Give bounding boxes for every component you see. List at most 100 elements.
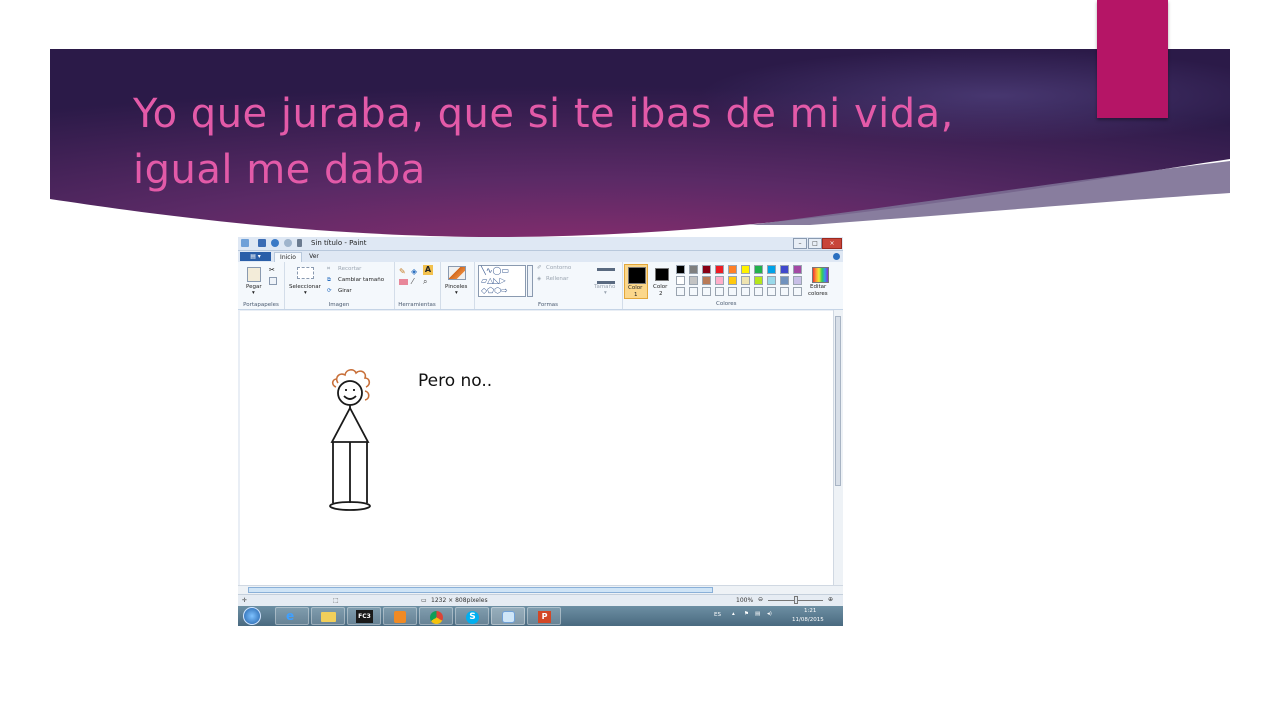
tray-date[interactable]: 11/08/2015 xyxy=(792,617,824,623)
tray-language[interactable]: ES xyxy=(714,612,721,618)
palette-swatch[interactable] xyxy=(754,276,763,285)
save-icon[interactable] xyxy=(258,239,266,247)
palette-swatch[interactable] xyxy=(754,265,763,274)
palette-swatch[interactable] xyxy=(702,276,711,285)
zoom-out-button[interactable]: ⊖ xyxy=(758,596,763,603)
palette-swatch[interactable] xyxy=(728,276,737,285)
pencil-icon[interactable]: ✎ xyxy=(399,267,406,276)
shapes-gallery[interactable]: ╲∿◯▭ ▱△◺▷ ◇⬠⬡⇨ xyxy=(478,265,526,297)
palette-swatch[interactable] xyxy=(767,276,776,285)
paste-icon[interactable] xyxy=(247,267,261,282)
resize-button[interactable]: Cambiar tamaño xyxy=(338,277,384,283)
text-tool-icon[interactable]: A xyxy=(423,265,433,275)
eraser-icon[interactable] xyxy=(399,279,408,285)
custom-color-slot[interactable] xyxy=(676,287,685,296)
palette-swatch[interactable] xyxy=(728,265,737,274)
custom-color-slot[interactable] xyxy=(767,287,776,296)
palette-swatch[interactable] xyxy=(676,276,685,285)
paste-dropdown-icon[interactable]: ▾ xyxy=(252,290,255,296)
minimize-button[interactable]: – xyxy=(793,238,807,249)
zoom-in-button[interactable]: ⊕ xyxy=(828,596,833,603)
palette-swatch[interactable] xyxy=(767,265,776,274)
resize-icon[interactable]: ⧉ xyxy=(327,277,331,284)
start-button[interactable] xyxy=(243,607,261,625)
palette-swatch[interactable] xyxy=(793,265,802,274)
edit-colors-label-2: colores xyxy=(808,291,828,297)
custom-color-slot[interactable] xyxy=(754,287,763,296)
palette-swatch[interactable] xyxy=(741,265,750,274)
select-dropdown-icon[interactable]: ▾ xyxy=(304,290,307,296)
fill-bucket-icon[interactable]: ◈ xyxy=(411,267,417,276)
fill-button[interactable]: Rellenar xyxy=(546,276,569,282)
horizontal-scroll-thumb[interactable] xyxy=(248,587,713,593)
palette-swatch[interactable] xyxy=(780,276,789,285)
size-lines-icon[interactable] xyxy=(597,268,615,284)
cut-icon[interactable]: ✂ xyxy=(269,266,277,274)
taskbar-media-button[interactable] xyxy=(383,607,417,625)
tray-network-icon[interactable]: ▤ xyxy=(755,611,760,617)
rotate-button[interactable]: Girar xyxy=(338,288,352,294)
vertical-scrollbar[interactable] xyxy=(833,310,843,585)
group-label-herramientas: Herramientas xyxy=(398,302,436,308)
size-dropdown-icon[interactable]: ▾ xyxy=(604,290,607,296)
color1-button[interactable]: Color 1 xyxy=(624,264,648,299)
redo-icon[interactable] xyxy=(284,239,292,247)
outline-icon[interactable]: ✐ xyxy=(537,265,542,271)
drawing-canvas[interactable]: Pero no.. xyxy=(240,311,833,585)
color-picker-icon[interactable]: ⁄ xyxy=(412,277,413,286)
copy-icon[interactable] xyxy=(269,277,277,285)
tray-volume-icon[interactable]: ◂) xyxy=(767,611,772,617)
undo-icon[interactable] xyxy=(271,239,279,247)
palette-swatch[interactable] xyxy=(741,276,750,285)
taskbar-chrome-button[interactable] xyxy=(419,607,453,625)
taskbar-powerpoint-button[interactable]: P xyxy=(527,607,561,625)
palette-swatch[interactable] xyxy=(676,265,685,274)
palette-swatch[interactable] xyxy=(715,265,724,274)
custom-color-slot[interactable] xyxy=(728,287,737,296)
custom-color-slot[interactable] xyxy=(780,287,789,296)
tab-ver[interactable]: Ver xyxy=(304,252,324,261)
magnifier-icon[interactable]: ⌕ xyxy=(423,277,427,287)
close-button[interactable]: × xyxy=(822,238,842,249)
custom-color-slot[interactable] xyxy=(702,287,711,296)
taskbar-skype-button[interactable]: S xyxy=(455,607,489,625)
palette-swatch[interactable] xyxy=(689,265,698,274)
brushes-dropdown-icon[interactable]: ▾ xyxy=(455,290,458,296)
select-icon[interactable] xyxy=(297,267,314,279)
custom-color-slot[interactable] xyxy=(689,287,698,296)
color2-button[interactable]: Color 2 xyxy=(650,264,674,299)
palette-swatch[interactable] xyxy=(715,276,724,285)
edit-colors-label-1: Editar xyxy=(810,284,827,290)
crop-icon[interactable]: ⌗ xyxy=(327,266,330,273)
palette-swatch[interactable] xyxy=(793,276,802,285)
fill-icon[interactable]: ◈ xyxy=(537,276,541,282)
tray-flag-icon[interactable]: ⚑ xyxy=(744,611,749,617)
horizontal-scrollbar[interactable] xyxy=(238,585,843,594)
edit-colors-button[interactable]: Editar colores xyxy=(805,264,835,302)
maximize-button[interactable]: □ xyxy=(808,238,822,249)
tray-time[interactable]: 1:21 xyxy=(804,608,816,614)
quick-access-dropdown-icon[interactable] xyxy=(297,239,302,247)
palette-swatch[interactable] xyxy=(702,265,711,274)
help-icon[interactable] xyxy=(833,253,840,260)
taskbar-explorer-button[interactable] xyxy=(311,607,345,625)
taskbar-paint-button[interactable] xyxy=(491,607,525,625)
custom-color-slot[interactable] xyxy=(715,287,724,296)
file-menu-button[interactable]: ▤ ▾ xyxy=(240,252,271,261)
zoom-slider-thumb[interactable] xyxy=(794,596,798,604)
chrome-icon xyxy=(430,611,443,624)
tray-up-arrow-icon[interactable]: ▴ xyxy=(732,611,735,617)
taskbar-fc3-button[interactable]: FC3 xyxy=(347,607,381,625)
shapes-scroll[interactable] xyxy=(527,265,533,297)
vertical-scroll-thumb[interactable] xyxy=(835,316,841,486)
custom-color-slot[interactable] xyxy=(741,287,750,296)
rotate-icon[interactable]: ⟳ xyxy=(327,288,332,294)
custom-color-slot[interactable] xyxy=(793,287,802,296)
brush-icon[interactable] xyxy=(448,266,466,280)
outline-button[interactable]: Contorno xyxy=(546,265,571,271)
palette-swatch[interactable] xyxy=(780,265,789,274)
tab-inicio[interactable]: Inicio xyxy=(274,252,302,262)
crop-button[interactable]: Recortar xyxy=(338,266,361,272)
taskbar-ie-button[interactable]: e xyxy=(275,607,309,625)
palette-swatch[interactable] xyxy=(689,276,698,285)
